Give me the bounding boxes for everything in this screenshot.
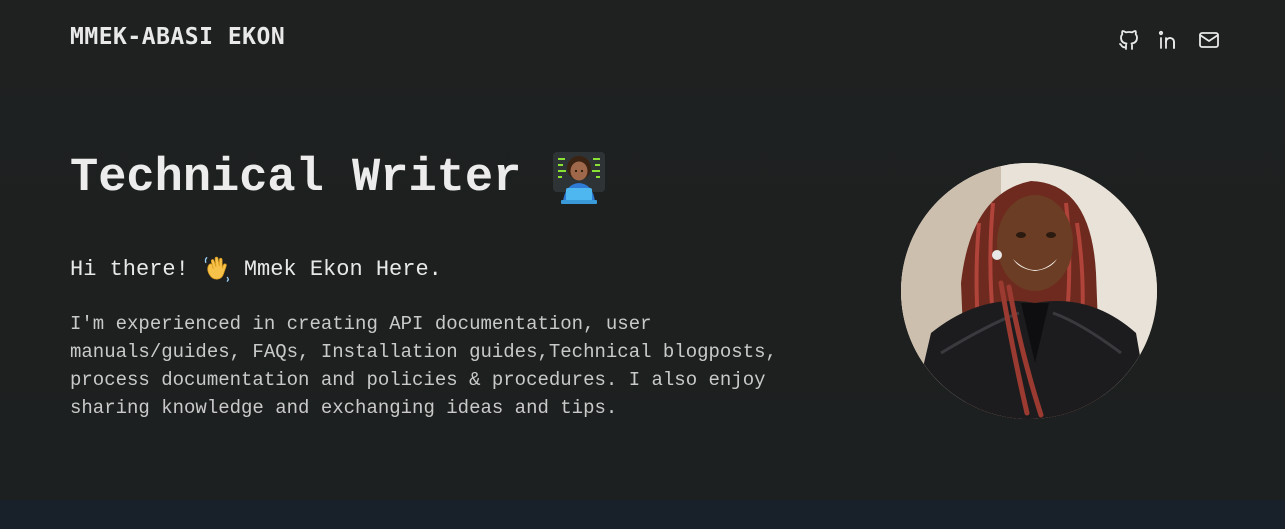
technologist-emoji [553,152,606,204]
hero-greeting: Hi there! Mmek Ekon Here. [70,254,442,284]
hero-bio: I'm experienced in creating API document… [70,313,777,419]
waving-hand-emoji [204,256,229,282]
greeting-before: Hi there! [70,256,189,282]
profile-photo [901,163,1157,419]
email-link[interactable] [1197,28,1221,52]
linkedin-icon [1158,30,1175,49]
next-section-band [0,500,1285,529]
site-logo[interactable]: MMEK-ABASI EKON [70,24,285,50]
hero-headline: Technical Writer [70,150,607,206]
headline-text: Technical Writer [70,151,522,205]
linkedin-link[interactable] [1157,28,1181,52]
social-links [1117,28,1221,52]
github-icon [1119,30,1138,50]
greeting-after: Mmek Ekon Here. [243,256,442,282]
mail-icon [1199,32,1219,48]
github-link[interactable] [1117,28,1141,52]
